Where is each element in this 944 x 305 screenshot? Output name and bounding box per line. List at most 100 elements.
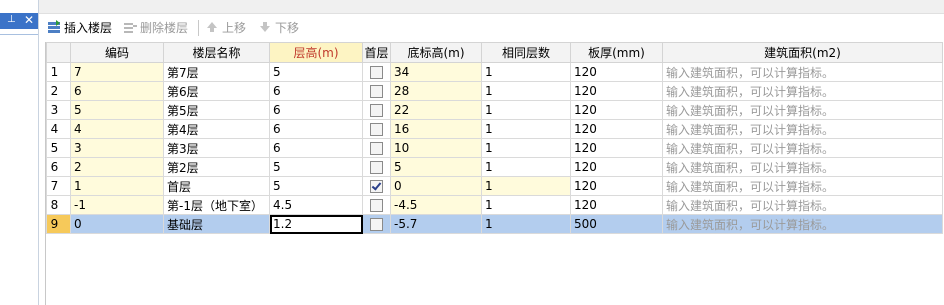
floor-name-cell[interactable]: 基础层 <box>163 214 270 234</box>
floor-height-cell[interactable]: 6 <box>269 138 363 158</box>
base-elevation-cell[interactable]: 22 <box>390 100 482 120</box>
first-floor-checkbox[interactable] <box>370 199 383 212</box>
same-count-cell[interactable]: 1 <box>481 81 571 101</box>
first-floor-checkbox[interactable] <box>370 142 383 155</box>
slab-thickness-cell[interactable]: 120 <box>570 100 663 120</box>
floor-name-cell[interactable]: 第7层 <box>163 62 270 82</box>
slab-thickness-cell[interactable]: 120 <box>570 195 663 215</box>
building-area-cell[interactable]: 输入建筑面积，可以计算指标。 <box>662 119 943 139</box>
slab-thickness-cell[interactable]: 120 <box>570 138 663 158</box>
slab-thickness-cell[interactable]: 120 <box>570 62 663 82</box>
floor-height-cell[interactable]: 5 <box>269 176 363 196</box>
base-elevation-cell[interactable]: 10 <box>390 138 482 158</box>
same-count-cell[interactable]: 1 <box>481 157 571 177</box>
first-floor-cell[interactable] <box>362 195 391 215</box>
close-icon[interactable]: ✕ <box>24 13 34 27</box>
floor-name-cell[interactable]: 第6层 <box>163 81 270 101</box>
floor-height-cell[interactable]: 6 <box>269 119 363 139</box>
code-cell[interactable]: 3 <box>70 138 164 158</box>
building-area-cell[interactable]: 输入建筑面积，可以计算指标。 <box>662 157 943 177</box>
building-area-cell[interactable]: 输入建筑面积，可以计算指标。 <box>662 100 943 120</box>
slab-thickness-cell[interactable]: 120 <box>570 157 663 177</box>
floor-name-cell[interactable]: 第2层 <box>163 157 270 177</box>
first-floor-checkbox[interactable] <box>370 161 383 174</box>
base-elevation-cell[interactable]: 34 <box>390 62 482 82</box>
first-floor-cell[interactable] <box>362 100 391 120</box>
slab-thickness-cell[interactable]: 120 <box>570 176 663 196</box>
floor-height-cell[interactable]: 5 <box>269 157 363 177</box>
move-up-button[interactable]: 上移 <box>205 19 246 37</box>
code-cell[interactable]: 7 <box>70 62 164 82</box>
floor-height-cell[interactable]: 5 <box>269 62 363 82</box>
code-cell[interactable]: 5 <box>70 100 164 120</box>
first-floor-checkbox[interactable] <box>370 104 383 117</box>
floor-height-cell[interactable]: 1.2 <box>269 214 363 234</box>
base-elevation-cell[interactable]: 0 <box>390 176 482 196</box>
floor-height-cell[interactable]: 6 <box>269 81 363 101</box>
floor-name-cell[interactable]: 第3层 <box>163 138 270 158</box>
first-floor-cell[interactable] <box>362 81 391 101</box>
base-elevation-cell[interactable]: -4.5 <box>390 195 482 215</box>
building-area-cell[interactable]: 输入建筑面积，可以计算指标。 <box>662 214 943 234</box>
slab-thickness-cell[interactable]: 120 <box>570 81 663 101</box>
col-header-first-floor[interactable]: 首层 <box>362 42 391 63</box>
same-count-cell[interactable]: 1 <box>481 119 571 139</box>
first-floor-cell[interactable] <box>362 62 391 82</box>
same-count-cell[interactable]: 1 <box>481 214 571 234</box>
col-header-floor-name[interactable]: 楼层名称 <box>163 42 270 63</box>
col-header-slab-thickness[interactable]: 板厚(mm) <box>570 42 663 63</box>
base-elevation-cell[interactable]: 16 <box>390 119 482 139</box>
first-floor-cell[interactable] <box>362 119 391 139</box>
table-row[interactable]: 9 0 基础层 1.2 -5.7 1 500 输入建筑面积，可以计算指标。 <box>46 214 943 234</box>
slab-thickness-cell[interactable]: 500 <box>570 214 663 234</box>
col-header-floor-height[interactable]: 层高(m) <box>269 42 363 63</box>
code-cell[interactable]: 0 <box>70 214 164 234</box>
same-count-cell[interactable]: 1 <box>481 195 571 215</box>
building-area-cell[interactable]: 输入建筑面积，可以计算指标。 <box>662 195 943 215</box>
pin-icon[interactable]: ⊥ <box>7 14 16 25</box>
floor-name-cell[interactable]: 第-1层（地下室） <box>163 195 270 215</box>
base-elevation-cell[interactable]: 28 <box>390 81 482 101</box>
building-area-cell[interactable]: 输入建筑面积，可以计算指标。 <box>662 62 943 82</box>
building-area-cell[interactable]: 输入建筑面积，可以计算指标。 <box>662 138 943 158</box>
table-row[interactable]: 2 6 第6层 6 28 1 120 输入建筑面积，可以计算指标。 <box>46 81 943 101</box>
table-row[interactable]: 8 -1 第-1层（地下室） 4.5 -4.5 1 120 输入建筑面积，可以计算指标。 <box>46 195 943 215</box>
same-count-cell[interactable]: 1 <box>481 138 571 158</box>
first-floor-checkbox[interactable] <box>370 66 383 79</box>
first-floor-cell[interactable] <box>362 176 391 196</box>
floor-name-cell[interactable]: 首层 <box>163 176 270 196</box>
first-floor-checkbox[interactable] <box>370 123 383 136</box>
table-row[interactable]: 7 1 首层 5 0 1 120 输入建筑面积，可以计算指标。 <box>46 176 943 196</box>
same-count-cell[interactable]: 1 <box>481 176 571 196</box>
insert-floor-button[interactable]: 插入楼层 <box>47 19 112 37</box>
code-cell[interactable]: 4 <box>70 119 164 139</box>
first-floor-cell[interactable] <box>362 138 391 158</box>
col-header-base-elevation[interactable]: 底标高(m) <box>390 42 482 63</box>
table-row[interactable]: 4 4 第4层 6 16 1 120 输入建筑面积，可以计算指标。 <box>46 119 943 139</box>
first-floor-checkbox[interactable] <box>370 85 383 98</box>
table-row[interactable]: 6 2 第2层 5 5 1 120 输入建筑面积，可以计算指标。 <box>46 157 943 177</box>
same-count-cell[interactable]: 1 <box>481 62 571 82</box>
first-floor-cell[interactable] <box>362 157 391 177</box>
code-cell[interactable]: -1 <box>70 195 164 215</box>
base-elevation-cell[interactable]: 5 <box>390 157 482 177</box>
delete-floor-button[interactable]: 删除楼层 <box>123 19 188 37</box>
slab-thickness-cell[interactable]: 120 <box>570 119 663 139</box>
building-area-cell[interactable]: 输入建筑面积，可以计算指标。 <box>662 176 943 196</box>
col-header-building-area[interactable]: 建筑面积(m2) <box>662 42 943 63</box>
floor-name-cell[interactable]: 第4层 <box>163 119 270 139</box>
code-cell[interactable]: 6 <box>70 81 164 101</box>
building-area-cell[interactable]: 输入建筑面积，可以计算指标。 <box>662 81 943 101</box>
code-cell[interactable]: 2 <box>70 157 164 177</box>
floor-height-cell[interactable]: 6 <box>269 100 363 120</box>
table-row[interactable]: 5 3 第3层 6 10 1 120 输入建筑面积，可以计算指标。 <box>46 138 943 158</box>
move-down-button[interactable]: 下移 <box>258 19 299 37</box>
first-floor-checkbox[interactable] <box>370 180 383 193</box>
first-floor-checkbox[interactable] <box>370 218 383 231</box>
col-header-same-count[interactable]: 相同层数 <box>481 42 571 63</box>
same-count-cell[interactable]: 1 <box>481 100 571 120</box>
base-elevation-cell[interactable]: -5.7 <box>390 214 482 234</box>
table-row[interactable]: 3 5 第5层 6 22 1 120 输入建筑面积，可以计算指标。 <box>46 100 943 120</box>
col-header-code[interactable]: 编码 <box>70 42 164 63</box>
table-row[interactable]: 1 7 第7层 5 34 1 120 输入建筑面积，可以计算指标。 <box>46 62 943 82</box>
